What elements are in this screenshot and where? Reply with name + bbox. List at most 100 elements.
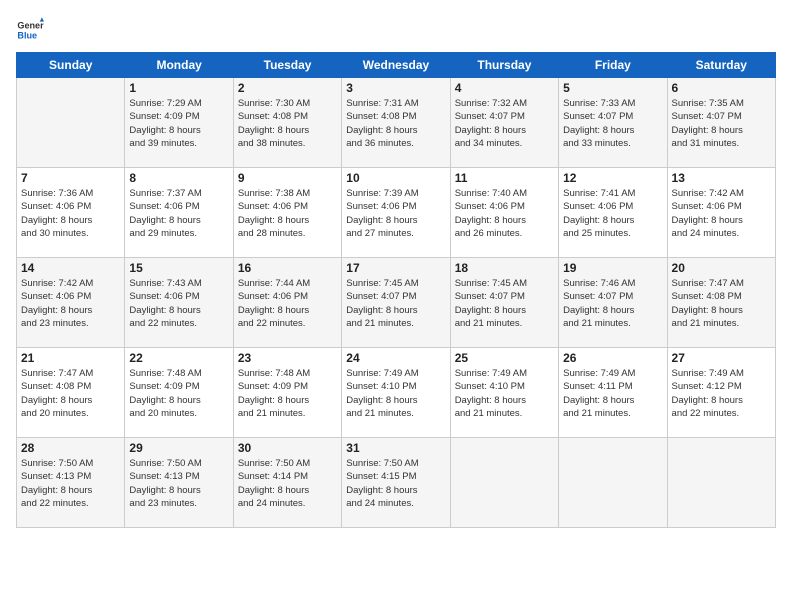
day-number: 22 xyxy=(129,351,228,365)
day-info: Sunrise: 7:47 AMSunset: 4:08 PMDaylight:… xyxy=(21,367,120,420)
calendar-cell: 16 Sunrise: 7:44 AMSunset: 4:06 PMDayligh… xyxy=(233,258,341,348)
calendar-cell: 10Sunrise: 7:39 AMSunset: 4:06 PMDayligh… xyxy=(342,168,450,258)
day-number: 4 xyxy=(455,81,554,95)
calendar-header-row: SundayMondayTuesdayWednesdayThursdayFrid… xyxy=(17,53,776,78)
day-number: 14 xyxy=(21,261,120,275)
day-number: 23 xyxy=(238,351,337,365)
day-info: Sunrise: 7:37 AMSunset: 4:06 PMDaylight:… xyxy=(129,187,228,240)
calendar-cell: 26 Sunrise: 7:49 AMSunset: 4:11 PMDayligh… xyxy=(559,348,667,438)
day-info: Sunrise: 7:42 AMSunset: 4:06 PMDaylight:… xyxy=(672,187,771,240)
day-info: Sunrise: 7:50 AMSunset: 4:14 PMDaylight:… xyxy=(238,457,337,510)
calendar-cell xyxy=(17,78,125,168)
day-info: Sunrise: 7:29 AMSunset: 4:09 PMDaylight:… xyxy=(129,97,228,150)
day-info: Sunrise: 7:49 AMSunset: 4:10 PMDaylight:… xyxy=(346,367,445,420)
calendar-cell xyxy=(667,438,775,528)
calendar-table: SundayMondayTuesdayWednesdayThursdayFrid… xyxy=(16,52,776,528)
day-info: Sunrise: 7:45 AMSunset: 4:07 PMDaylight:… xyxy=(455,277,554,330)
day-number: 28 xyxy=(21,441,120,455)
svg-text:General: General xyxy=(17,21,44,31)
calendar-cell: 1Sunrise: 7:29 AMSunset: 4:09 PMDaylight… xyxy=(125,78,233,168)
day-info: Sunrise: 7:42 AMSunset: 4:06 PMDaylight:… xyxy=(21,277,120,330)
day-number: 20 xyxy=(672,261,771,275)
day-info: Sunrise: 7:40 AMSunset: 4:06 PMDaylight:… xyxy=(455,187,554,240)
day-number: 31 xyxy=(346,441,445,455)
day-number: 2 xyxy=(238,81,337,95)
header-tuesday: Tuesday xyxy=(233,53,341,78)
calendar-week-4: 21 Sunrise: 7:47 AMSunset: 4:08 PMDayligh… xyxy=(17,348,776,438)
header-saturday: Saturday xyxy=(667,53,775,78)
day-info: Sunrise: 7:38 AMSunset: 4:06 PMDaylight:… xyxy=(238,187,337,240)
calendar-cell: 20 Sunrise: 7:47 AMSunset: 4:08 PMDayligh… xyxy=(667,258,775,348)
day-info: Sunrise: 7:49 AMSunset: 4:12 PMDaylight:… xyxy=(672,367,771,420)
day-info: Sunrise: 7:33 AMSunset: 4:07 PMDaylight:… xyxy=(563,97,662,150)
header-sunday: Sunday xyxy=(17,53,125,78)
svg-text:Blue: Blue xyxy=(17,30,37,40)
day-info: Sunrise: 7:44 AMSunset: 4:06 PMDaylight:… xyxy=(238,277,337,330)
day-info: Sunrise: 7:35 AMSunset: 4:07 PMDaylight:… xyxy=(672,97,771,150)
calendar-cell: 13 Sunrise: 7:42 AMSunset: 4:06 PMDayligh… xyxy=(667,168,775,258)
calendar-week-5: 28 Sunrise: 7:50 AMSunset: 4:13 PMDayligh… xyxy=(17,438,776,528)
day-info: Sunrise: 7:47 AMSunset: 4:08 PMDaylight:… xyxy=(672,277,771,330)
day-number: 9 xyxy=(238,171,337,185)
day-number: 25 xyxy=(455,351,554,365)
calendar-cell: 11 Sunrise: 7:40 AMSunset: 4:06 PMDayligh… xyxy=(450,168,558,258)
calendar-cell: 9 Sunrise: 7:38 AMSunset: 4:06 PMDaylight… xyxy=(233,168,341,258)
day-number: 12 xyxy=(563,171,662,185)
day-number: 10 xyxy=(346,171,445,185)
day-number: 11 xyxy=(455,171,554,185)
day-number: 8 xyxy=(129,171,228,185)
calendar-cell: 23Sunrise: 7:48 AMSunset: 4:09 PMDayligh… xyxy=(233,348,341,438)
day-number: 21 xyxy=(21,351,120,365)
calendar-week-3: 14 Sunrise: 7:42 AMSunset: 4:06 PMDayligh… xyxy=(17,258,776,348)
page-header: General Blue xyxy=(16,16,776,44)
day-info: Sunrise: 7:31 AMSunset: 4:08 PMDaylight:… xyxy=(346,97,445,150)
day-info: Sunrise: 7:36 AMSunset: 4:06 PMDaylight:… xyxy=(21,187,120,240)
calendar-week-2: 7 Sunrise: 7:36 AMSunset: 4:06 PMDaylight… xyxy=(17,168,776,258)
header-wednesday: Wednesday xyxy=(342,53,450,78)
day-info: Sunrise: 7:49 AMSunset: 4:10 PMDaylight:… xyxy=(455,367,554,420)
day-number: 15 xyxy=(129,261,228,275)
header-monday: Monday xyxy=(125,53,233,78)
day-number: 5 xyxy=(563,81,662,95)
header-friday: Friday xyxy=(559,53,667,78)
day-number: 3 xyxy=(346,81,445,95)
calendar-cell: 7 Sunrise: 7:36 AMSunset: 4:06 PMDaylight… xyxy=(17,168,125,258)
calendar-cell: 8 Sunrise: 7:37 AMSunset: 4:06 PMDaylight… xyxy=(125,168,233,258)
day-number: 29 xyxy=(129,441,228,455)
calendar-cell: 21 Sunrise: 7:47 AMSunset: 4:08 PMDayligh… xyxy=(17,348,125,438)
day-info: Sunrise: 7:45 AMSunset: 4:07 PMDaylight:… xyxy=(346,277,445,330)
day-number: 24 xyxy=(346,351,445,365)
calendar-cell: 29 Sunrise: 7:50 AMSunset: 4:13 PMDayligh… xyxy=(125,438,233,528)
calendar-body: 1Sunrise: 7:29 AMSunset: 4:09 PMDaylight… xyxy=(17,78,776,528)
day-number: 16 xyxy=(238,261,337,275)
calendar-cell: 31 Sunrise: 7:50 AMSunset: 4:15 PMDayligh… xyxy=(342,438,450,528)
day-number: 7 xyxy=(21,171,120,185)
calendar-cell: 15 Sunrise: 7:43 AMSunset: 4:06 PMDayligh… xyxy=(125,258,233,348)
calendar-cell xyxy=(559,438,667,528)
calendar-cell: 27Sunrise: 7:49 AMSunset: 4:12 PMDayligh… xyxy=(667,348,775,438)
calendar-cell: 2 Sunrise: 7:30 AMSunset: 4:08 PMDaylight… xyxy=(233,78,341,168)
calendar-week-1: 1Sunrise: 7:29 AMSunset: 4:09 PMDaylight… xyxy=(17,78,776,168)
day-number: 30 xyxy=(238,441,337,455)
calendar-cell: 4Sunrise: 7:32 AMSunset: 4:07 PMDaylight… xyxy=(450,78,558,168)
day-number: 6 xyxy=(672,81,771,95)
day-info: Sunrise: 7:50 AMSunset: 4:13 PMDaylight:… xyxy=(129,457,228,510)
calendar-cell: 22Sunrise: 7:48 AMSunset: 4:09 PMDayligh… xyxy=(125,348,233,438)
calendar-cell: 14 Sunrise: 7:42 AMSunset: 4:06 PMDayligh… xyxy=(17,258,125,348)
day-info: Sunrise: 7:43 AMSunset: 4:06 PMDaylight:… xyxy=(129,277,228,330)
calendar-cell: 12 Sunrise: 7:41 AMSunset: 4:06 PMDayligh… xyxy=(559,168,667,258)
day-info: Sunrise: 7:30 AMSunset: 4:08 PMDaylight:… xyxy=(238,97,337,150)
day-info: Sunrise: 7:49 AMSunset: 4:11 PMDaylight:… xyxy=(563,367,662,420)
calendar-cell: 5 Sunrise: 7:33 AMSunset: 4:07 PMDaylight… xyxy=(559,78,667,168)
calendar-cell: 6 Sunrise: 7:35 AMSunset: 4:07 PMDaylight… xyxy=(667,78,775,168)
day-info: Sunrise: 7:50 AMSunset: 4:15 PMDaylight:… xyxy=(346,457,445,510)
day-number: 13 xyxy=(672,171,771,185)
calendar-cell xyxy=(450,438,558,528)
day-info: Sunrise: 7:50 AMSunset: 4:13 PMDaylight:… xyxy=(21,457,120,510)
day-number: 26 xyxy=(563,351,662,365)
calendar-cell: 3 Sunrise: 7:31 AMSunset: 4:08 PMDaylight… xyxy=(342,78,450,168)
day-number: 17 xyxy=(346,261,445,275)
day-info: Sunrise: 7:41 AMSunset: 4:06 PMDaylight:… xyxy=(563,187,662,240)
calendar-cell: 28 Sunrise: 7:50 AMSunset: 4:13 PMDayligh… xyxy=(17,438,125,528)
day-number: 19 xyxy=(563,261,662,275)
